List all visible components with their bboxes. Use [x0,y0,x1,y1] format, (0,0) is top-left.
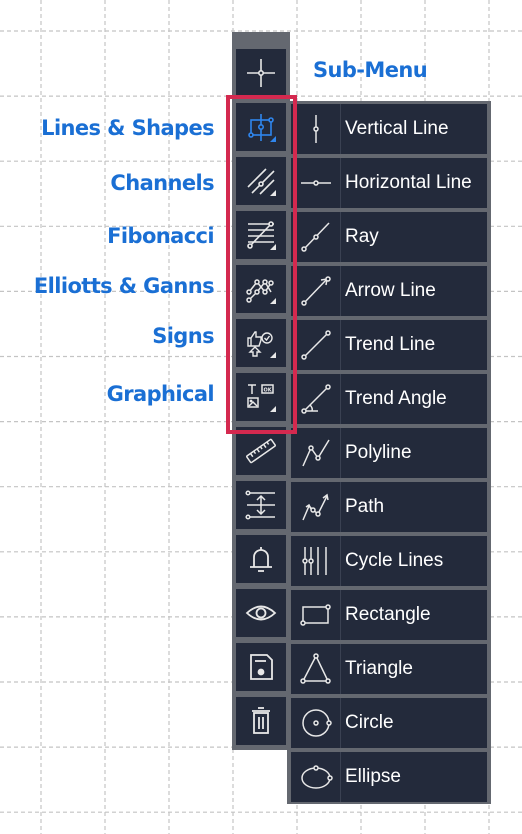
submenu-item-cycle-lines[interactable]: Cycle Lines [291,536,487,586]
alerts-button[interactable] [236,535,286,583]
annotation-lines-shapes: Lines & Shapes [41,116,214,140]
annotation-fibonacci: Fibonacci [107,224,214,248]
submenu-item-circle[interactable]: Circle [291,698,487,748]
bell-icon [250,547,272,572]
ray-icon [300,222,330,252]
elliott-gann-icon [246,279,276,304]
submenu-item-label: Arrow Line [345,280,436,301]
circle-icon [301,709,332,737]
submenu-item-ray[interactable]: Ray [291,212,487,262]
drawing-toolbar: OK [232,32,290,750]
arrow-line-icon [300,276,331,306]
submenu-item-label: Trend Angle [345,388,447,409]
submenu-item-ellipse[interactable]: Ellipse [291,752,487,802]
annotation-elliotts-ganns: Elliotts & Ganns [33,274,215,298]
submenu-item-label: Triangle [345,658,413,679]
graphical-button[interactable]: OK [236,373,286,421]
submenu-item-label: Ellipse [345,766,401,787]
rectangle-icon [299,604,331,626]
submenu-item-label: Circle [345,712,394,733]
channels-icon [247,168,276,196]
ruler-icon [246,438,276,464]
svg-text:OK: OK [263,388,272,394]
submenu-item-trend-angle[interactable]: Trend Angle [291,374,487,424]
submenu-item-label: Cycle Lines [345,550,444,571]
submenu-item-triangle[interactable]: Triangle [291,644,487,694]
signs-icon [247,331,276,358]
fibonacci-button[interactable] [236,211,286,259]
submenu-item-vertical-line[interactable]: Vertical Line [291,104,487,154]
elliott-gann-button[interactable] [236,265,286,313]
trash-icon [252,707,270,734]
submenu-item-label: Path [345,496,385,517]
submenu-item-label: Vertical Line [345,118,449,139]
delete-button[interactable] [236,697,286,745]
triangle-icon [299,653,331,684]
submenu-item-horizontal-line[interactable]: Horizontal Line [291,158,487,208]
fibonacci-icon [247,221,276,250]
submenu-item-label: Polyline [345,442,412,463]
align-button[interactable] [236,481,286,529]
magnet-align-icon [245,490,275,520]
signs-button[interactable] [236,319,286,367]
save-button[interactable] [236,643,286,691]
lines-shapes-icon [248,114,276,142]
cycle-lines-icon [301,547,327,575]
save-icon [250,654,273,680]
submenu-item-label: Rectangle [345,604,431,625]
submenu-item-arrow-line[interactable]: Arrow Line [291,266,487,316]
submenu-item-polyline[interactable]: Polyline [291,428,487,478]
visibility-button[interactable] [236,589,286,637]
submenu-item-trend-line[interactable]: Trend Line [291,320,487,370]
submenu-item-rectangle[interactable]: Rectangle [291,590,487,640]
lines-shapes-button[interactable] [236,103,286,151]
eye-icon [245,605,277,621]
polyline-icon [301,439,330,467]
path-icon [301,493,329,521]
horizontal-line-icon [300,180,331,186]
channels-button[interactable] [236,157,286,205]
trend-angle-icon [300,384,331,414]
annotation-graphical: Graphical [106,382,215,406]
crosshair-button[interactable] [236,49,286,97]
annotation-signs: Signs [152,324,214,348]
ruler-button[interactable] [236,427,286,475]
annotation-submenu-title: Sub-Menu [313,58,428,82]
submenu-item-label: Horizontal Line [345,172,472,193]
vertical-line-icon [312,115,319,143]
crosshair-icon [247,59,275,87]
submenu-item-label: Trend Line [345,334,436,355]
ellipse-icon [300,765,333,789]
lines-shapes-submenu: Vertical Line Horizontal Line Ray Arrow … [287,101,491,804]
trend-line-icon [300,330,331,360]
submenu-item-path[interactable]: Path [291,482,487,532]
graphical-icon: OK [247,384,276,412]
submenu-item-label: Ray [345,226,379,247]
annotation-channels: Channels [110,171,214,195]
